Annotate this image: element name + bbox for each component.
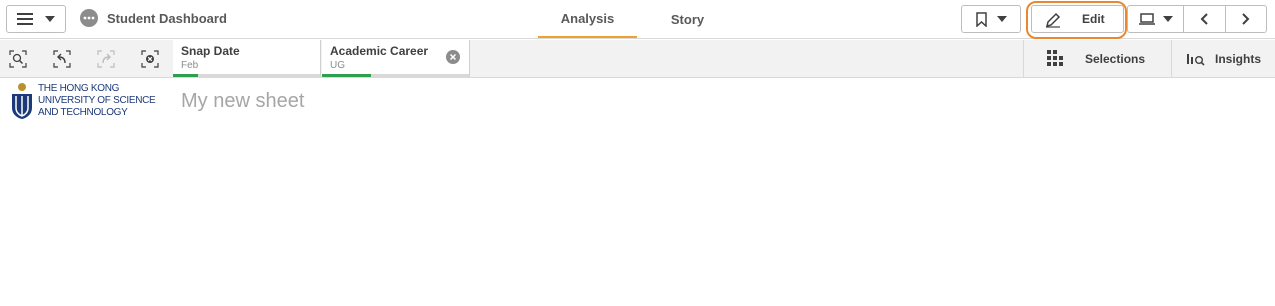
logo-wordmark: THE HONG KONG UNIVERSITY OF SCIENCE AND …: [38, 83, 156, 119]
selections-grid-icon: [1047, 50, 1063, 66]
sheet-title[interactable]: My new sheet: [181, 90, 304, 113]
insights-button[interactable]: Insights: [1171, 40, 1275, 77]
selections-label: Selections: [1085, 51, 1146, 66]
chevron-down-icon: [996, 16, 1007, 22]
hamburger-menu-icon: [17, 13, 33, 25]
insights-icon: [1187, 53, 1205, 66]
smart-search-icon: [9, 50, 27, 68]
smart-search-button[interactable]: [8, 49, 28, 69]
chevron-down-icon: [1162, 16, 1173, 22]
tab-analysis-label: Analysis: [560, 10, 615, 26]
step-forward-button[interactable]: [96, 49, 116, 69]
previous-sheet-button[interactable]: [1183, 6, 1224, 32]
pencil-icon: [1045, 12, 1061, 28]
selections-button[interactable]: Selections: [1023, 40, 1171, 77]
top-toolbar: Student Dashboard Analysis Story Edit: [0, 0, 1275, 39]
chevron-right-icon: [1242, 13, 1250, 25]
clear-selection-icon[interactable]: [446, 50, 460, 64]
selection-state-fill: [173, 74, 198, 77]
next-sheet-button[interactable]: [1224, 6, 1266, 32]
tab-analysis[interactable]: Analysis: [538, 0, 637, 38]
logo-line: UNIVERSITY OF SCIENCE: [38, 95, 156, 106]
chevron-down-icon: [45, 16, 55, 22]
insights-label: Insights: [1215, 51, 1262, 66]
step-forward-icon: [97, 50, 115, 68]
step-back-icon: [53, 50, 71, 68]
selection-chip-snap-date[interactable]: Snap Date Feb: [173, 40, 321, 77]
presentation-button[interactable]: [1128, 6, 1183, 32]
selection-state-bar: [173, 74, 320, 77]
global-menu-button[interactable]: [6, 5, 66, 33]
selection-chip-academic-career[interactable]: Academic Career UG: [322, 40, 470, 77]
hkust-crest-icon: [12, 83, 32, 119]
edit-label: Edit: [1082, 12, 1105, 26]
chip-field-name: Snap Date: [181, 44, 240, 58]
app-title: Student Dashboard: [107, 11, 227, 26]
chip-field-name: Academic Career: [330, 44, 429, 58]
presentation-icon: [1138, 12, 1155, 25]
bookmark-icon: [975, 11, 987, 27]
logo-line: AND TECHNOLOGY: [38, 107, 128, 118]
app-more-icon[interactable]: [80, 9, 98, 27]
edit-button[interactable]: Edit: [1031, 5, 1124, 33]
chevron-left-icon: [1200, 13, 1209, 25]
selection-state-fill: [322, 74, 371, 77]
clear-all-button[interactable]: [140, 49, 160, 69]
tab-story[interactable]: Story: [640, 0, 735, 38]
logo-line: THE HONG KONG: [38, 83, 120, 94]
sheet-nav-group: [1127, 5, 1267, 33]
clear-all-icon: [141, 50, 159, 68]
tab-story-label: Story: [670, 11, 705, 27]
bookmarks-button[interactable]: [961, 5, 1021, 33]
hkust-logo: THE HONG KONG UNIVERSITY OF SCIENCE AND …: [10, 82, 170, 122]
step-back-button[interactable]: [52, 49, 72, 69]
chip-field-value: Feb: [181, 60, 199, 71]
chip-field-value: UG: [330, 60, 345, 71]
selection-bar: Snap Date Feb Academic Career UG Selecti…: [0, 40, 1275, 78]
selection-state-bar: [322, 74, 469, 77]
